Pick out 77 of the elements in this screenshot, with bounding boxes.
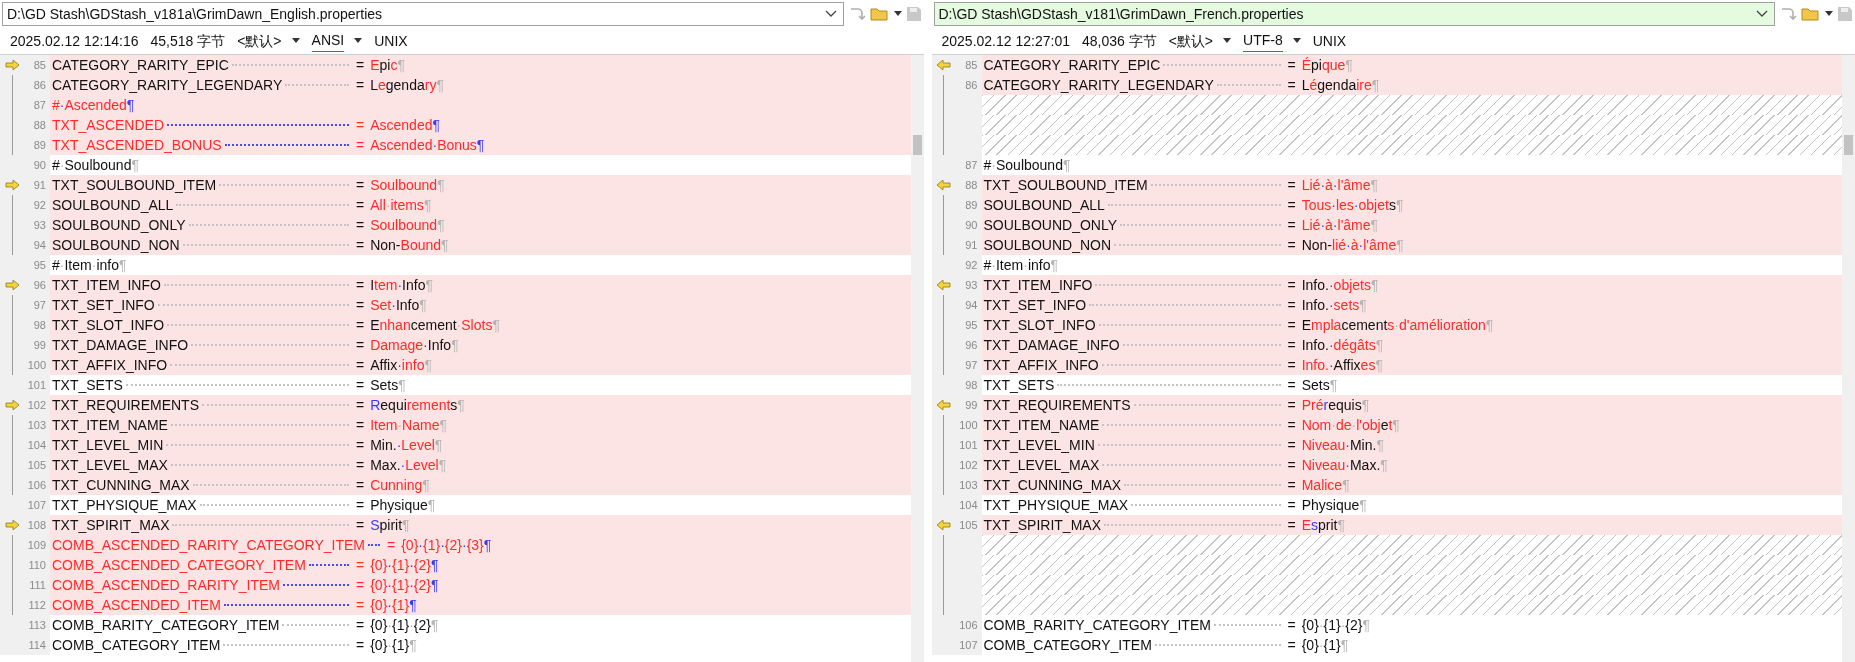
- line-number: 88: [33, 117, 46, 133]
- line-number: 85: [965, 57, 978, 73]
- caret-icon[interactable]: [291, 38, 300, 44]
- line-number: 95: [965, 317, 978, 333]
- line-number: 113: [28, 617, 46, 633]
- line-number: 105: [959, 517, 978, 533]
- file-size: 48,036 字节: [1081, 31, 1157, 51]
- line-number: 99: [33, 337, 46, 353]
- line-number: 104: [959, 497, 978, 513]
- line-number: 109: [27, 537, 46, 553]
- line-number: 103: [27, 417, 46, 433]
- caret-icon[interactable]: [354, 38, 363, 44]
- line-number: 100: [959, 417, 978, 433]
- scrollbar[interactable]: [1842, 55, 1855, 662]
- line-number: 101: [27, 377, 46, 393]
- caret-icon[interactable]: [893, 11, 902, 17]
- encoding-label[interactable]: ANSI: [311, 30, 345, 52]
- line-number: 106: [959, 617, 978, 633]
- line-number: 107: [27, 497, 46, 513]
- line-number: 104: [27, 437, 46, 453]
- encoding-label[interactable]: UTF-8: [1243, 30, 1283, 52]
- line-number: 98: [33, 317, 46, 333]
- line-ending-label[interactable]: UNIX: [374, 30, 408, 52]
- line-number: 101: [959, 437, 978, 453]
- file-size: 45,518 字节: [150, 31, 226, 51]
- line-number: 95: [33, 257, 46, 273]
- line-number: 96: [965, 337, 978, 353]
- line-number: 112: [28, 597, 46, 613]
- file-path-field[interactable]: D:\GD Stash\GDStash_v181a\GrimDawn_English.properties: [2, 2, 844, 26]
- line-number: 86: [33, 77, 46, 93]
- line-number: 92: [965, 257, 978, 273]
- caret-icon[interactable]: [1292, 38, 1301, 44]
- line-number: 93: [33, 217, 46, 233]
- line-ending-label[interactable]: UNIX: [1312, 30, 1347, 52]
- line-number: 94: [33, 237, 46, 253]
- line-number: 103: [959, 477, 978, 493]
- caret-icon[interactable]: [1825, 11, 1833, 17]
- line-number: 87: [33, 97, 46, 113]
- line-number: 99: [965, 397, 978, 413]
- line-number: 87: [965, 157, 978, 173]
- line-number: 107: [959, 637, 978, 653]
- chevron-down-icon[interactable]: [1756, 10, 1768, 18]
- chevron-down-icon[interactable]: [824, 10, 837, 18]
- file-path-field[interactable]: D:\GD Stash\GDStash_v181\GrimDawn_French.properties: [933, 2, 1775, 26]
- scrollbar-thumb[interactable]: [912, 135, 922, 155]
- line-number: 106: [27, 477, 46, 493]
- line-number: 97: [965, 357, 978, 373]
- merge-arrow-icon[interactable]: [1779, 5, 1797, 23]
- line-number: 91: [33, 177, 46, 193]
- line-number: 114: [28, 637, 46, 653]
- line-number: 98: [965, 377, 978, 393]
- line-number: 91: [965, 237, 978, 253]
- line-number: 110: [28, 557, 46, 573]
- codepage-label[interactable]: <默认>: [1168, 30, 1214, 52]
- line-number: 88: [965, 177, 978, 193]
- file-date: 2025.02.12 12:14:16: [10, 31, 139, 51]
- file-date: 2025.02.12 12:27:01: [941, 31, 1070, 51]
- line-number: 100: [27, 357, 46, 373]
- line-number: 86: [965, 77, 978, 93]
- line-number: 89: [965, 197, 978, 213]
- line-number: 96: [33, 277, 46, 293]
- line-number: 111: [29, 577, 46, 593]
- line-number: 94: [965, 297, 978, 313]
- line-number: 85: [33, 57, 46, 73]
- scrollbar-thumb[interactable]: [1844, 135, 1853, 155]
- line-number: 89: [33, 137, 46, 153]
- caret-icon[interactable]: [1223, 38, 1232, 44]
- line-number: 90: [965, 217, 978, 233]
- codepage-label[interactable]: <默认>: [237, 30, 282, 52]
- line-number: 108: [27, 517, 46, 533]
- line-number: 97: [33, 297, 46, 313]
- line-number: 90: [33, 157, 46, 173]
- line-number: 102: [959, 457, 978, 473]
- line-number: 105: [27, 457, 46, 473]
- line-number: 102: [27, 397, 46, 413]
- line-number: 92: [33, 197, 46, 213]
- line-number: 93: [965, 277, 978, 293]
